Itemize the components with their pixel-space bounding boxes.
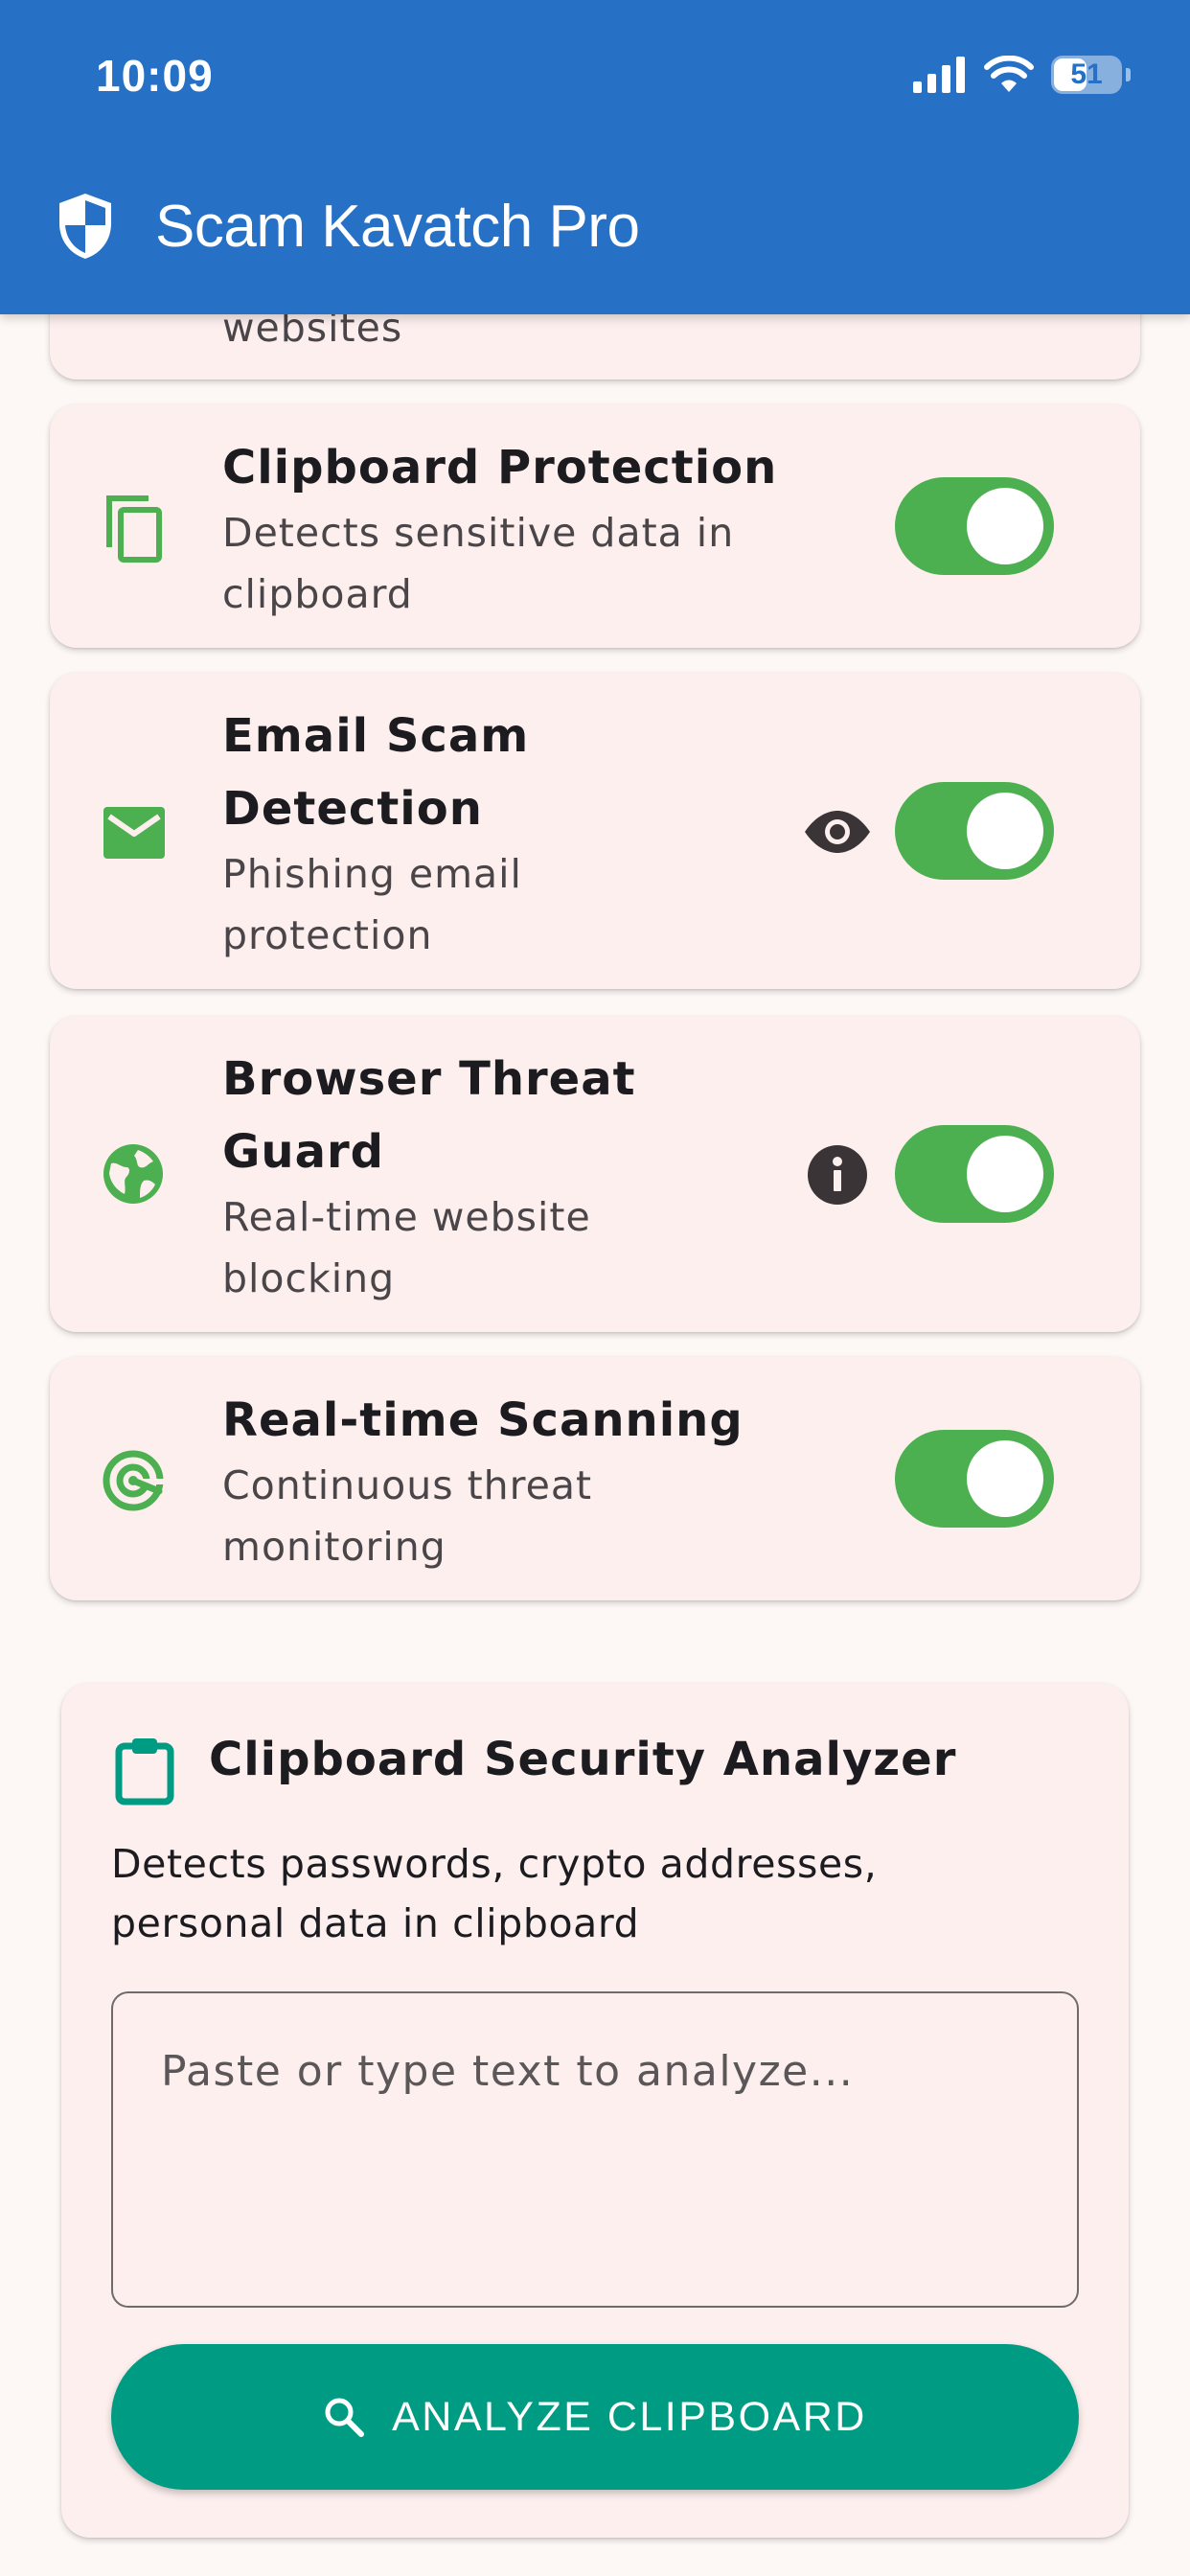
analyzer-description: Detects passwords, crypto addresses, per… [111, 1834, 1069, 1953]
app-title-row: Scam Kavatch Pro [56, 192, 640, 261]
feature-title-line2: Guard [222, 1125, 384, 1179]
battery-icon: 51 [1051, 56, 1122, 94]
feature-desc-line2: protection [222, 912, 433, 958]
battery-level: 51 [1070, 58, 1103, 90]
feature-desc-line2: clipboard [222, 571, 413, 617]
status-time: 10:09 [96, 51, 214, 101]
app-title: Scam Kavatch Pro [155, 193, 640, 260]
feature-title-line2: Detection [222, 782, 483, 836]
battery-nub [1126, 68, 1131, 81]
feature-title-line1: Email Scam [222, 709, 530, 763]
analyze-clipboard-button[interactable]: ANALYZE CLIPBOARD [111, 2344, 1079, 2490]
globe-icon [103, 1144, 163, 1204]
analyzer-text-input[interactable] [111, 1991, 1079, 2308]
eye-icon[interactable] [803, 809, 872, 855]
feature-desc-line1: Detects sensitive data in [222, 510, 735, 556]
toggle-knob [967, 1440, 1043, 1517]
radar-icon [103, 1450, 164, 1511]
feature-card-real-time-scanning: Real-time Scanning Continuous threat mon… [50, 1357, 1140, 1600]
browser-threat-guard-toggle[interactable] [895, 1125, 1054, 1223]
clipboard-analyzer-card: Clipboard Security Analyzer Detects pass… [61, 1683, 1129, 2538]
email-scam-detection-toggle[interactable] [895, 782, 1054, 880]
email-icon [103, 807, 165, 859]
search-icon [325, 2398, 365, 2437]
app-bar: 10:09 51 Scam Kavatch Pro [0, 0, 1190, 314]
feature-title-line1: Browser Threat [222, 1052, 636, 1106]
wifi-icon [984, 56, 1034, 92]
feature-card-email-scam-detection: Email Scam Detection Phishing email prot… [50, 673, 1140, 989]
feature-card-browser-threat-guard: Browser Threat Guard Real-time website b… [50, 1016, 1140, 1332]
analyzer-desc-line1: Detects passwords, crypto addresses, [111, 1841, 878, 1887]
toggle-knob [967, 1136, 1043, 1212]
feature-title: Clipboard Protection [222, 441, 778, 494]
status-icons: 51 [913, 56, 1131, 94]
analyze-button-label: ANALYZE CLIPBOARD [392, 2393, 867, 2440]
analyzer-desc-line2: personal data in clipboard [111, 1900, 640, 1946]
clipboard-icon [115, 1738, 174, 1806]
analyzer-title: Clipboard Security Analyzer [209, 1733, 957, 1786]
feature-card-clipboard-protection: Clipboard Protection Detects sensitive d… [50, 404, 1140, 648]
feature-desc-line2: monitoring [222, 1524, 446, 1570]
real-time-scanning-toggle[interactable] [895, 1430, 1054, 1528]
shield-icon [59, 194, 111, 259]
info-icon[interactable] [807, 1144, 868, 1206]
toggle-knob [967, 488, 1043, 564]
signal-icon [913, 57, 965, 93]
copy-icon [106, 495, 162, 563]
feature-title: Real-time Scanning [222, 1393, 744, 1447]
feature-desc-line1: Continuous threat [222, 1462, 593, 1508]
feature-desc-line1: Real-time website [222, 1194, 591, 1240]
clipboard-protection-toggle[interactable] [895, 477, 1054, 575]
toggle-knob [967, 793, 1043, 869]
feature-desc-line2: blocking [222, 1255, 396, 1301]
feature-desc-line1: Phishing email [222, 851, 522, 897]
